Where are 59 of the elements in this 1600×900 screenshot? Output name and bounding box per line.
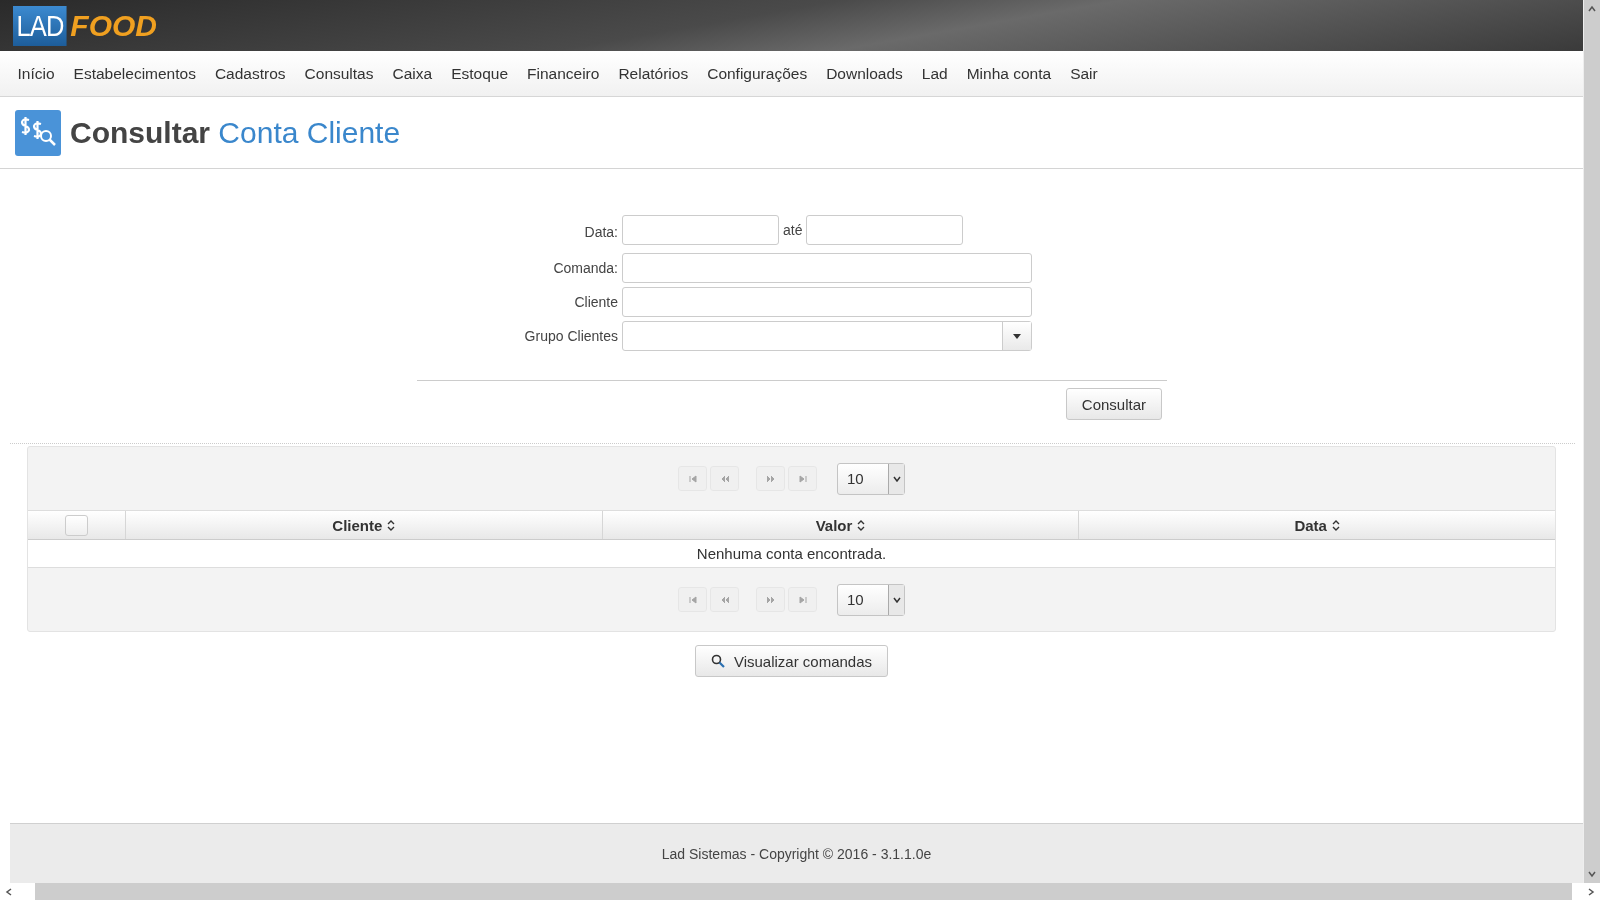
logo-text: LAD <box>13 5 67 46</box>
logo-text: FOOD <box>70 8 158 43</box>
nav-link[interactable]: Minha conta <box>957 64 1061 83</box>
checkbox[interactable] <box>65 514 88 536</box>
nav-link[interactable]: Início <box>8 64 65 83</box>
nav-link[interactable]: Estoque <box>441 64 518 83</box>
column-header[interactable]: Valor <box>811 514 870 536</box>
input-field[interactable] <box>622 253 1032 283</box>
search-icon <box>710 654 725 668</box>
nav-link[interactable]: Cadastros <box>205 64 296 83</box>
nav-link[interactable]: Lad <box>912 64 958 83</box>
nav-link[interactable]: Sair <box>1060 64 1108 83</box>
field-label: até <box>783 222 803 238</box>
nav-link[interactable]: Consultas <box>295 64 383 83</box>
nav-link[interactable]: Configurações <box>697 64 817 83</box>
sort-icon <box>857 519 866 531</box>
nav-link[interactable]: Estabelecimentos <box>64 64 206 83</box>
caret-icon <box>1013 333 1021 339</box>
column-header[interactable]: Data <box>1290 514 1344 536</box>
input-field[interactable] <box>622 287 1032 317</box>
search-button[interactable]: Consultar <box>1065 388 1162 420</box>
scroll-left-icon[interactable] <box>4 886 14 897</box>
column-header[interactable]: Cliente <box>328 514 400 536</box>
scroll-right-icon[interactable] <box>1586 886 1596 897</box>
caret-icon <box>892 475 901 482</box>
sort-icon <box>1331 519 1340 531</box>
field-label: Data: <box>583 224 618 240</box>
last-page-icon <box>797 594 808 605</box>
date-from-field[interactable] <box>622 215 779 245</box>
select-field[interactable] <box>622 321 1032 351</box>
previous-page-icon <box>719 594 730 605</box>
next-page-icon <box>765 473 776 484</box>
money-search-icon <box>15 109 61 156</box>
vertical-scrollbar[interactable] <box>1583 0 1600 883</box>
dropdown-button[interactable] <box>888 463 904 494</box>
date-to-field[interactable] <box>806 215 964 245</box>
empty-message: Nenhuma conta encontrada. <box>696 545 887 562</box>
dropdown-button[interactable] <box>888 584 904 615</box>
field-label: Comanda: <box>552 260 618 276</box>
nav-link[interactable]: Relatórios <box>608 64 698 83</box>
nav-link[interactable]: Financeiro <box>517 64 609 83</box>
footer-text: Lad Sistemas - Copyright © 2016 - 3.1.1.0e <box>661 845 932 862</box>
sort-icon <box>387 519 396 531</box>
view-button[interactable]: Visualizar comandas <box>694 645 889 677</box>
previous-page-icon <box>719 473 730 484</box>
first-page-icon <box>687 473 698 484</box>
first-page-icon <box>687 594 698 605</box>
field-label: Grupo Clientes <box>523 328 618 344</box>
dropdown-button[interactable] <box>1002 322 1031 350</box>
scroll-down-icon[interactable] <box>1587 869 1597 879</box>
horizontal-scrollbar[interactable] <box>35 883 1572 900</box>
nav-link[interactable]: Caixa <box>383 64 442 83</box>
nav-link[interactable]: Downloads <box>816 64 913 83</box>
caret-icon <box>892 596 901 603</box>
field-label: Cliente <box>573 294 618 310</box>
last-page-icon <box>797 473 808 484</box>
page-title: Consultar Conta Cliente <box>70 115 401 150</box>
next-page-icon <box>765 594 776 605</box>
scroll-up-icon[interactable] <box>1587 4 1597 14</box>
